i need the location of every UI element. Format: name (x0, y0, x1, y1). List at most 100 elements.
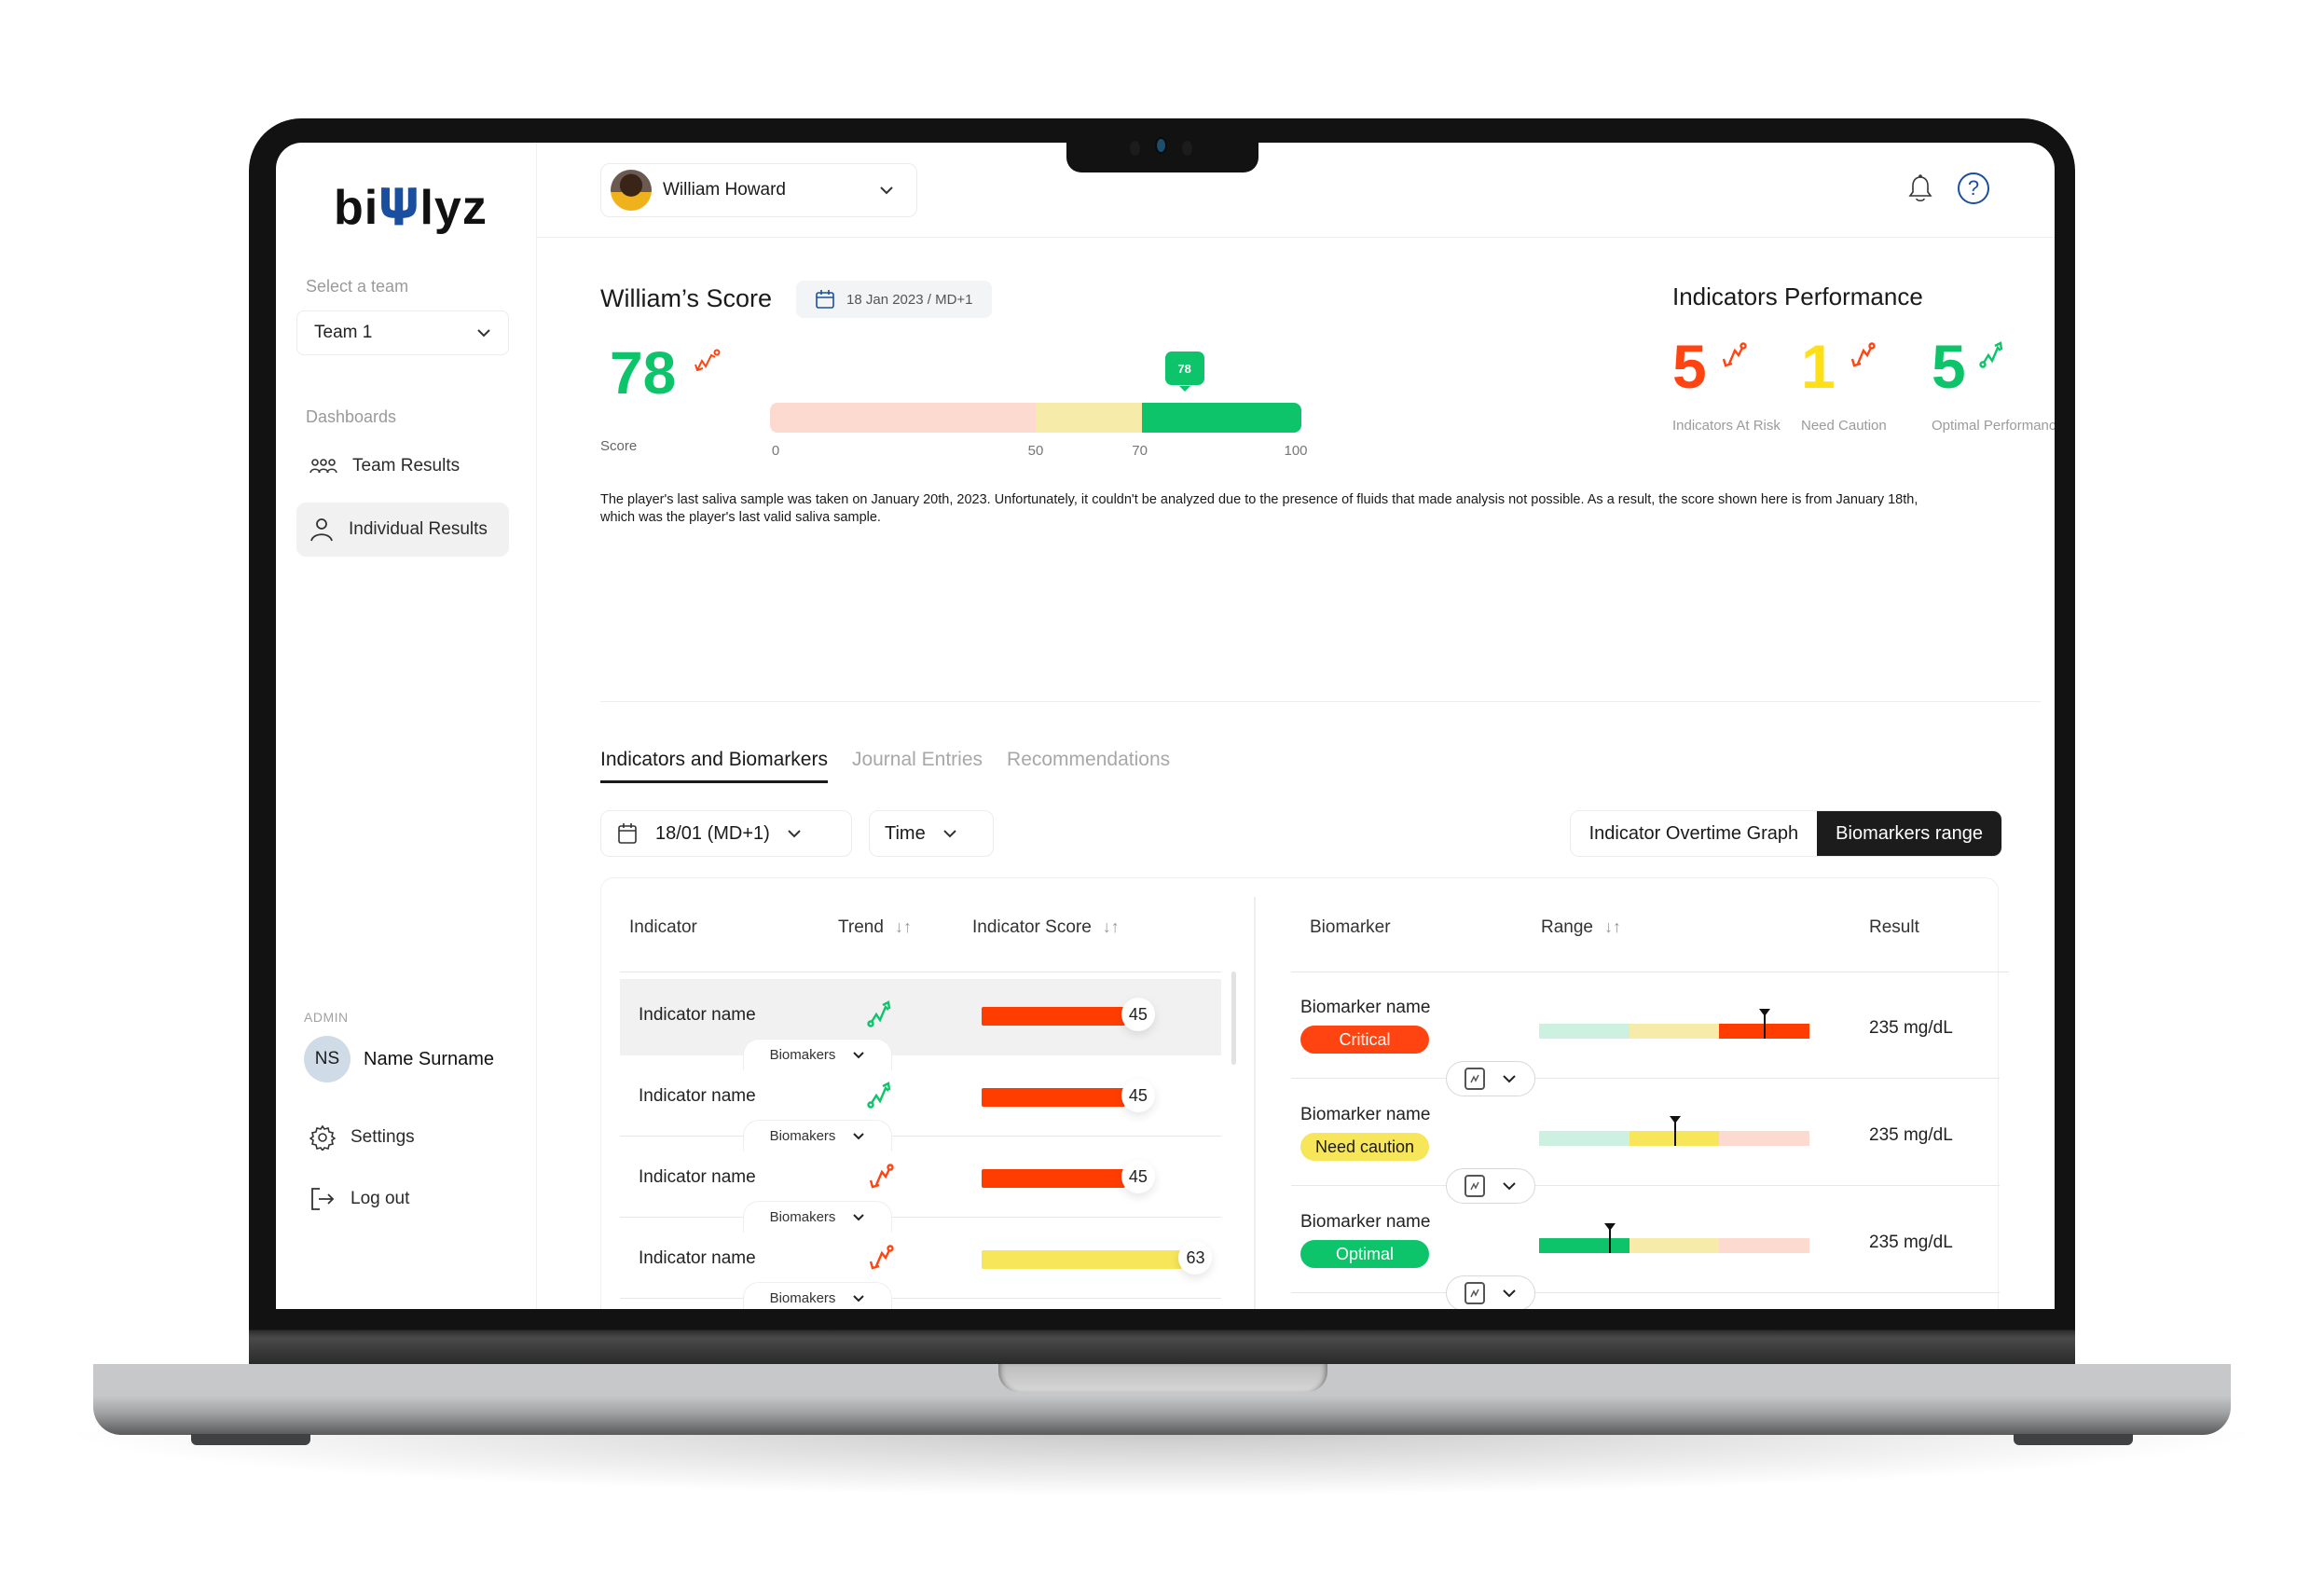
section-divider (600, 701, 2041, 702)
table-row[interactable]: Indicator name63Biomakers (620, 1303, 1221, 1309)
indicator-name: Indicator name (639, 1248, 756, 1268)
sidebar-item-team-results[interactable]: Team Results (296, 439, 509, 493)
indicator-score-bar (982, 1169, 1125, 1188)
performance-label: Indicators At Risk (1672, 418, 1781, 434)
table-row[interactable]: Biomarker name Need caution 235 mg/dL (1282, 1082, 2000, 1204)
table-row[interactable]: Biomarker nameOptimal235 mg/dL (1282, 1297, 2000, 1309)
trend-up-icon (867, 1082, 891, 1109)
status-badge: Critical (1300, 1026, 1429, 1054)
trend-down-icon (869, 1164, 894, 1189)
trend-down-icon (1722, 342, 1747, 367)
camera-notch (1066, 118, 1258, 172)
table-row[interactable]: Biomarker nameOptimal235 mg/dL (1282, 1190, 2000, 1309)
player-avatar (611, 170, 652, 211)
admin-profile[interactable]: NS Name Surname (304, 1036, 494, 1082)
sort-icon: ↓↑ (1102, 917, 1120, 936)
range-marker (1604, 1223, 1616, 1253)
column-header-biomarker: Biomarker (1310, 917, 1391, 937)
settings-label: Settings (351, 1127, 415, 1147)
table-row[interactable]: Indicator name 45 Biomakers (620, 1141, 1221, 1233)
performance-count: 1 (1801, 332, 1836, 401)
table-row[interactable]: Indicator name 45 Biomakers (620, 979, 1221, 1070)
scrollbar[interactable] (1231, 972, 1236, 1065)
performance-count: 5 (1932, 332, 1966, 401)
user-icon (310, 518, 333, 542)
sidebar-item-label: Team Results (352, 456, 461, 476)
performance-label: Need Caution (1801, 418, 1887, 434)
column-header-trend[interactable]: Trend ↓↑ (838, 917, 912, 938)
laptop-foot-left (191, 1434, 310, 1445)
laptop-shadow (56, 1431, 2268, 1496)
logout-button[interactable]: Log out (296, 1172, 509, 1226)
dashboards-label: Dashboards (306, 407, 397, 426)
sidebar-item-individual-results[interactable]: Individual Results (296, 503, 509, 557)
sensor (1130, 141, 1140, 156)
chevron-down-icon (477, 329, 490, 338)
chevron-down-icon (853, 1295, 865, 1302)
chevron-down-icon (788, 830, 801, 838)
score-caption: Score (600, 438, 638, 454)
sensor (1182, 141, 1192, 156)
indicator-score-value: 45 (1121, 998, 1155, 1031)
indicator-score-bar (982, 1088, 1125, 1107)
indicator-name: Indicator name (639, 1086, 756, 1106)
logo-drop-icon: 𝚿 (378, 181, 420, 235)
indicator-overtime-graph-button[interactable]: Indicator Overtime Graph (1571, 811, 1818, 856)
tab-recommendations[interactable]: Recommendations (1007, 749, 1170, 783)
help-icon[interactable]: ? (1958, 172, 1989, 204)
settings-button[interactable]: Settings (296, 1110, 509, 1165)
score-band (1036, 403, 1142, 433)
team-select[interactable]: Team 1 (296, 310, 509, 355)
table-row[interactable]: Indicator name63Biomakers (620, 1222, 1221, 1309)
column-header-indicator-score[interactable]: Indicator Score ↓↑ (972, 917, 1120, 938)
row-divider (1291, 1185, 2000, 1186)
score-band (770, 403, 1036, 433)
row-divider (1291, 1292, 2000, 1293)
player-name: William Howard (663, 180, 786, 200)
column-header-range[interactable]: Range ↓↑ (1541, 917, 1621, 938)
biomarker-result: 235 mg/dL (1869, 1125, 1953, 1145)
time-filter-value: Time (885, 822, 926, 844)
range-marker (1758, 1009, 1770, 1039)
trend-down-icon (694, 349, 721, 372)
score-tick-label: 100 (1284, 443, 1308, 459)
tab-journal-entries[interactable]: Journal Entries (852, 749, 983, 783)
performance-item: 5 Indicators At Risk (1672, 329, 1781, 434)
trend-down-icon (1850, 342, 1876, 367)
player-select[interactable]: William Howard (600, 163, 917, 217)
sort-icon: ↓↑ (1604, 917, 1621, 936)
table-row[interactable]: Biomarker name Critical 235 mg/dL (1282, 975, 2000, 1096)
camera-lens (1157, 139, 1165, 152)
range-band (1539, 1131, 1630, 1146)
performance-title: Indicators Performance (1672, 283, 1923, 310)
range-band (1629, 1238, 1720, 1253)
score-tick-label: 0 (771, 443, 780, 459)
tab-indicators-biomarkers[interactable]: Indicators and Biomarkers (600, 749, 828, 783)
score-note: The player's last saliva sample was take… (600, 492, 1918, 525)
table-row[interactable]: Indicator name 45 Biomakers (620, 1060, 1221, 1151)
notification-bell-icon[interactable] (1907, 174, 1933, 204)
range-band (1539, 1238, 1630, 1253)
laptop-chin (249, 1309, 2075, 1367)
biomarker-name: Biomarker name (1300, 1105, 1431, 1124)
avatar: NS (304, 1036, 351, 1082)
calendar-icon (816, 290, 834, 309)
trend-up-icon (1979, 341, 2003, 368)
biomarkers-range-button[interactable]: Biomarkers range (1817, 811, 2001, 856)
laptop-foot-right (2014, 1434, 2133, 1445)
chevron-down-icon (880, 186, 893, 195)
column-header-result: Result (1869, 917, 1919, 937)
sidebar: bi𝚿lyz Select a team Team 1 Dashboards T… (276, 143, 537, 1309)
score-date-chip: 18 Jan 2023 / MD+1 (796, 281, 992, 318)
range-band (1719, 1238, 1810, 1253)
biomarker-result: 235 mg/dL (1869, 1018, 1953, 1038)
app-screen: bi𝚿lyz Select a team Team 1 Dashboards T… (276, 143, 2055, 1309)
range-marker (1670, 1116, 1681, 1146)
admin-label: ADMIN (304, 1010, 349, 1025)
performance-label: Optimal Performance (1932, 418, 2055, 434)
date-filter-select[interactable]: 18/01 (MD+1) (600, 810, 852, 857)
time-filter-select[interactable]: Time (869, 810, 994, 857)
range-bar (1539, 1024, 1810, 1039)
range-band (1719, 1131, 1810, 1146)
column-header-indicator: Indicator (629, 917, 697, 937)
